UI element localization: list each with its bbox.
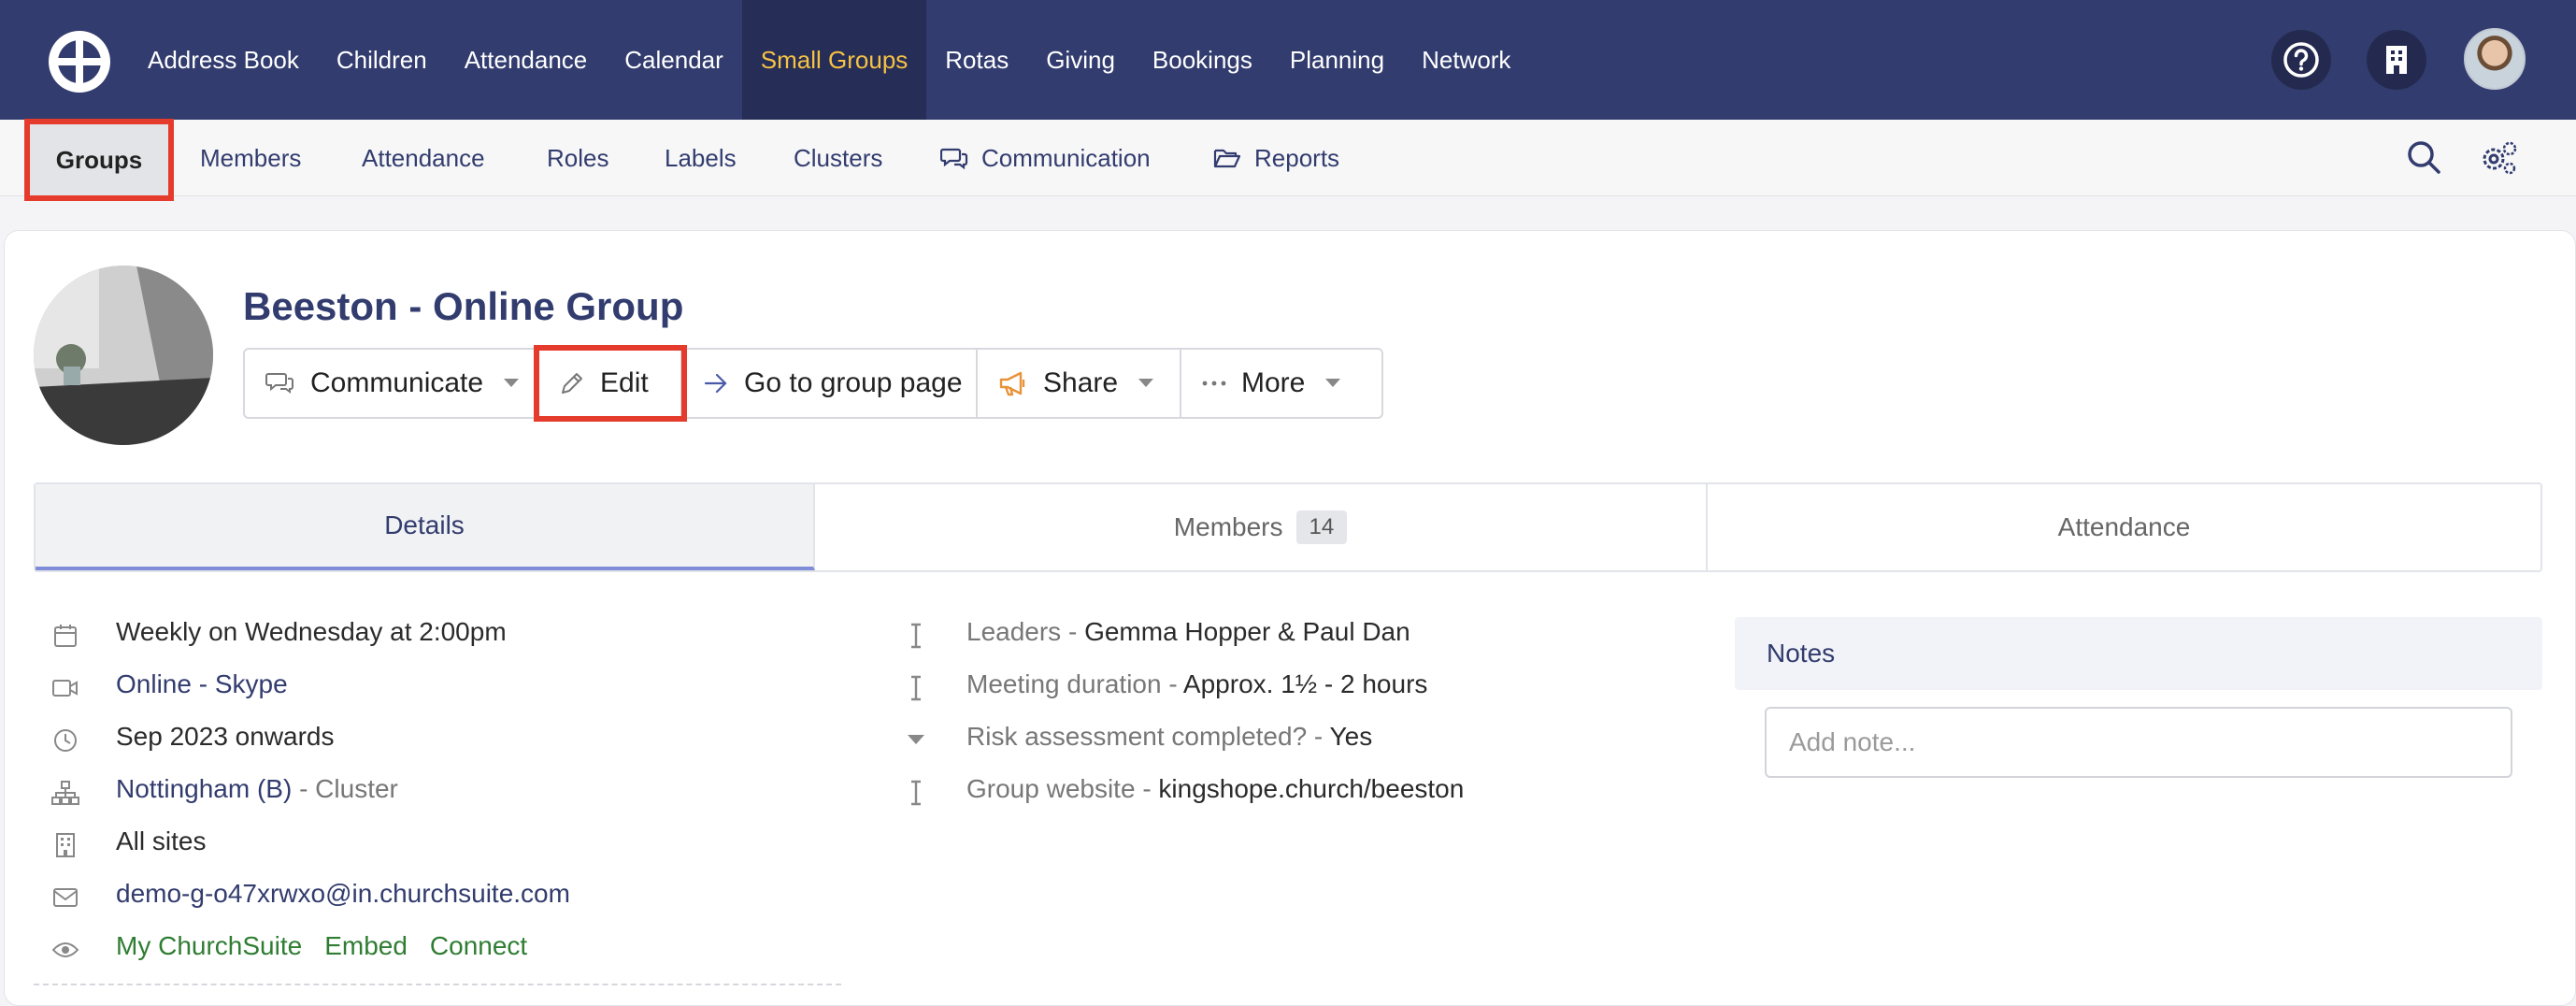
topnav-item-calendar[interactable]: Calendar bbox=[606, 0, 742, 120]
cluster-link[interactable]: Nottingham (B) bbox=[116, 774, 292, 803]
megaphone-icon bbox=[998, 370, 1028, 396]
share-button[interactable]: Share bbox=[978, 350, 1181, 417]
risk-value: Yes bbox=[1329, 722, 1373, 751]
sites-text: All sites bbox=[116, 826, 207, 855]
user-avatar[interactable] bbox=[2464, 28, 2526, 90]
subnav-labels[interactable]: Labels bbox=[665, 120, 737, 196]
topnav-item-small-groups[interactable]: Small Groups bbox=[741, 0, 927, 120]
ellipsis-icon bbox=[1202, 380, 1226, 387]
leaders-value: Gemma Hopper & Paul Dan bbox=[1084, 617, 1410, 646]
go-to-group-page-label: Go to group page bbox=[744, 367, 963, 398]
visibility-my-churchsuite[interactable]: My ChurchSuite bbox=[116, 931, 302, 960]
subnav-groups[interactable]: Groups bbox=[24, 119, 174, 201]
text-cursor-icon bbox=[901, 778, 931, 808]
topnav-item-rotas[interactable]: Rotas bbox=[926, 0, 1027, 120]
subnav-reports-label: Reports bbox=[1254, 143, 1340, 172]
building-icon bbox=[50, 830, 80, 860]
video-camera-icon bbox=[50, 673, 80, 703]
search-icon[interactable] bbox=[2405, 138, 2444, 178]
churchsuite-logo[interactable] bbox=[49, 31, 110, 93]
topnav-item-giving[interactable]: Giving bbox=[1027, 0, 1134, 120]
chevron-down-icon bbox=[504, 379, 520, 388]
communicate-button[interactable]: Communicate bbox=[245, 350, 538, 417]
leaders-label: Leaders - bbox=[966, 617, 1078, 646]
help-button[interactable] bbox=[2271, 30, 2331, 90]
duration-text: Meeting duration - Approx. 1½ - 2 hours bbox=[966, 669, 1427, 699]
duration-label: Meeting duration - bbox=[966, 669, 1178, 698]
website-label: Group website - bbox=[966, 774, 1152, 803]
sites-button[interactable] bbox=[2367, 30, 2426, 90]
building-icon bbox=[2386, 46, 2407, 74]
sitemap-icon bbox=[50, 778, 80, 808]
tab-details[interactable]: Details bbox=[36, 484, 815, 570]
communicate-label: Communicate bbox=[310, 367, 484, 398]
tab-members-label: Members bbox=[1173, 512, 1283, 541]
text-cursor-icon bbox=[901, 673, 931, 703]
risk-text: Risk assessment completed? - Yes bbox=[966, 722, 1372, 752]
envelope-icon bbox=[50, 883, 80, 913]
go-to-group-page-button[interactable]: Go to group page bbox=[682, 350, 978, 417]
chevron-down-icon bbox=[1138, 379, 1154, 388]
group-title: Beeston - Online Group bbox=[243, 284, 684, 328]
subnav-roles[interactable]: Roles bbox=[547, 120, 608, 196]
visibility-list: My ChurchSuite Embed Connect bbox=[116, 931, 550, 961]
edit-label: Edit bbox=[600, 367, 649, 398]
website-value: kingshope.church/beeston bbox=[1158, 774, 1465, 803]
website-text: Group website - kingshope.church/beeston bbox=[966, 774, 1464, 804]
topnav-item-children[interactable]: Children bbox=[318, 0, 446, 120]
topnav-item-bookings[interactable]: Bookings bbox=[1134, 0, 1271, 120]
topnav-item-network[interactable]: Network bbox=[1403, 0, 1529, 120]
edit-button[interactable]: Edit bbox=[534, 345, 687, 422]
caret-down-icon bbox=[901, 726, 931, 755]
chat-icon bbox=[940, 146, 968, 170]
more-label: More bbox=[1241, 367, 1306, 398]
tab-attendance[interactable]: Attendance bbox=[1708, 484, 2540, 570]
chevron-down-icon bbox=[1325, 379, 1341, 388]
subnav-clusters[interactable]: Clusters bbox=[794, 120, 882, 196]
topnav-item-address-book[interactable]: Address Book bbox=[129, 0, 318, 120]
help-icon bbox=[2283, 42, 2319, 78]
cluster-text: Nottingham (B) - Cluster bbox=[116, 774, 398, 804]
group-action-buttons: Communicate Edit Go to group page Share … bbox=[243, 345, 1383, 422]
add-note-input[interactable] bbox=[1765, 707, 2512, 778]
leaders-text: Leaders - Gemma Hopper & Paul Dan bbox=[966, 617, 1410, 647]
visibility-connect[interactable]: Connect bbox=[430, 931, 527, 960]
calendar-icon bbox=[50, 621, 80, 651]
text-cursor-icon bbox=[901, 621, 931, 651]
subnav-communication[interactable]: Communication bbox=[940, 120, 1151, 196]
topnav-item-planning[interactable]: Planning bbox=[1271, 0, 1403, 120]
schedule-text: Weekly on Wednesday at 2:00pm bbox=[116, 617, 507, 646]
members-count-badge: 14 bbox=[1295, 510, 1348, 544]
section-divider bbox=[34, 984, 841, 985]
dates-text: Sep 2023 onwards bbox=[116, 722, 335, 751]
tab-members[interactable]: Members 14 bbox=[815, 484, 1708, 570]
notes-header: Notes bbox=[1735, 617, 2542, 690]
location-link[interactable]: Online - Skype bbox=[116, 669, 288, 699]
group-tabs: Details Members 14 Attendance bbox=[34, 482, 2542, 572]
folder-open-icon bbox=[1213, 147, 1241, 169]
email-link[interactable]: demo-g-o47xrwxo@in.churchsuite.com bbox=[116, 879, 570, 909]
topnav-item-attendance[interactable]: Attendance bbox=[446, 0, 607, 120]
duration-value: Approx. 1½ - 2 hours bbox=[1182, 669, 1428, 698]
more-button[interactable]: More bbox=[1181, 350, 1381, 417]
subnav-attendance[interactable]: Attendance bbox=[362, 120, 485, 196]
arrow-right-icon bbox=[703, 372, 729, 395]
cluster-suffix: - Cluster bbox=[299, 774, 398, 803]
subnav-members[interactable]: Members bbox=[200, 120, 301, 196]
clock-icon bbox=[50, 726, 80, 755]
top-navigation-bar: Address Book Children Attendance Calendar Sm… bbox=[0, 0, 2576, 120]
chat-icon bbox=[265, 370, 295, 396]
sub-navigation-bar: Groups Members Attendance Roles Labels C… bbox=[0, 119, 2576, 201]
subnav-reports[interactable]: Reports bbox=[1213, 120, 1339, 196]
eye-icon bbox=[50, 935, 80, 965]
share-label: Share bbox=[1043, 367, 1119, 398]
main-menu: Address Book Children Attendance Calendar Sm… bbox=[129, 0, 1529, 120]
pencil-icon bbox=[559, 370, 585, 396]
visibility-embed[interactable]: Embed bbox=[324, 931, 408, 960]
settings-gear-icon[interactable] bbox=[2479, 138, 2518, 178]
subnav-communication-label: Communication bbox=[981, 143, 1151, 172]
risk-label: Risk assessment completed? - bbox=[966, 722, 1324, 751]
group-photo bbox=[34, 266, 213, 445]
